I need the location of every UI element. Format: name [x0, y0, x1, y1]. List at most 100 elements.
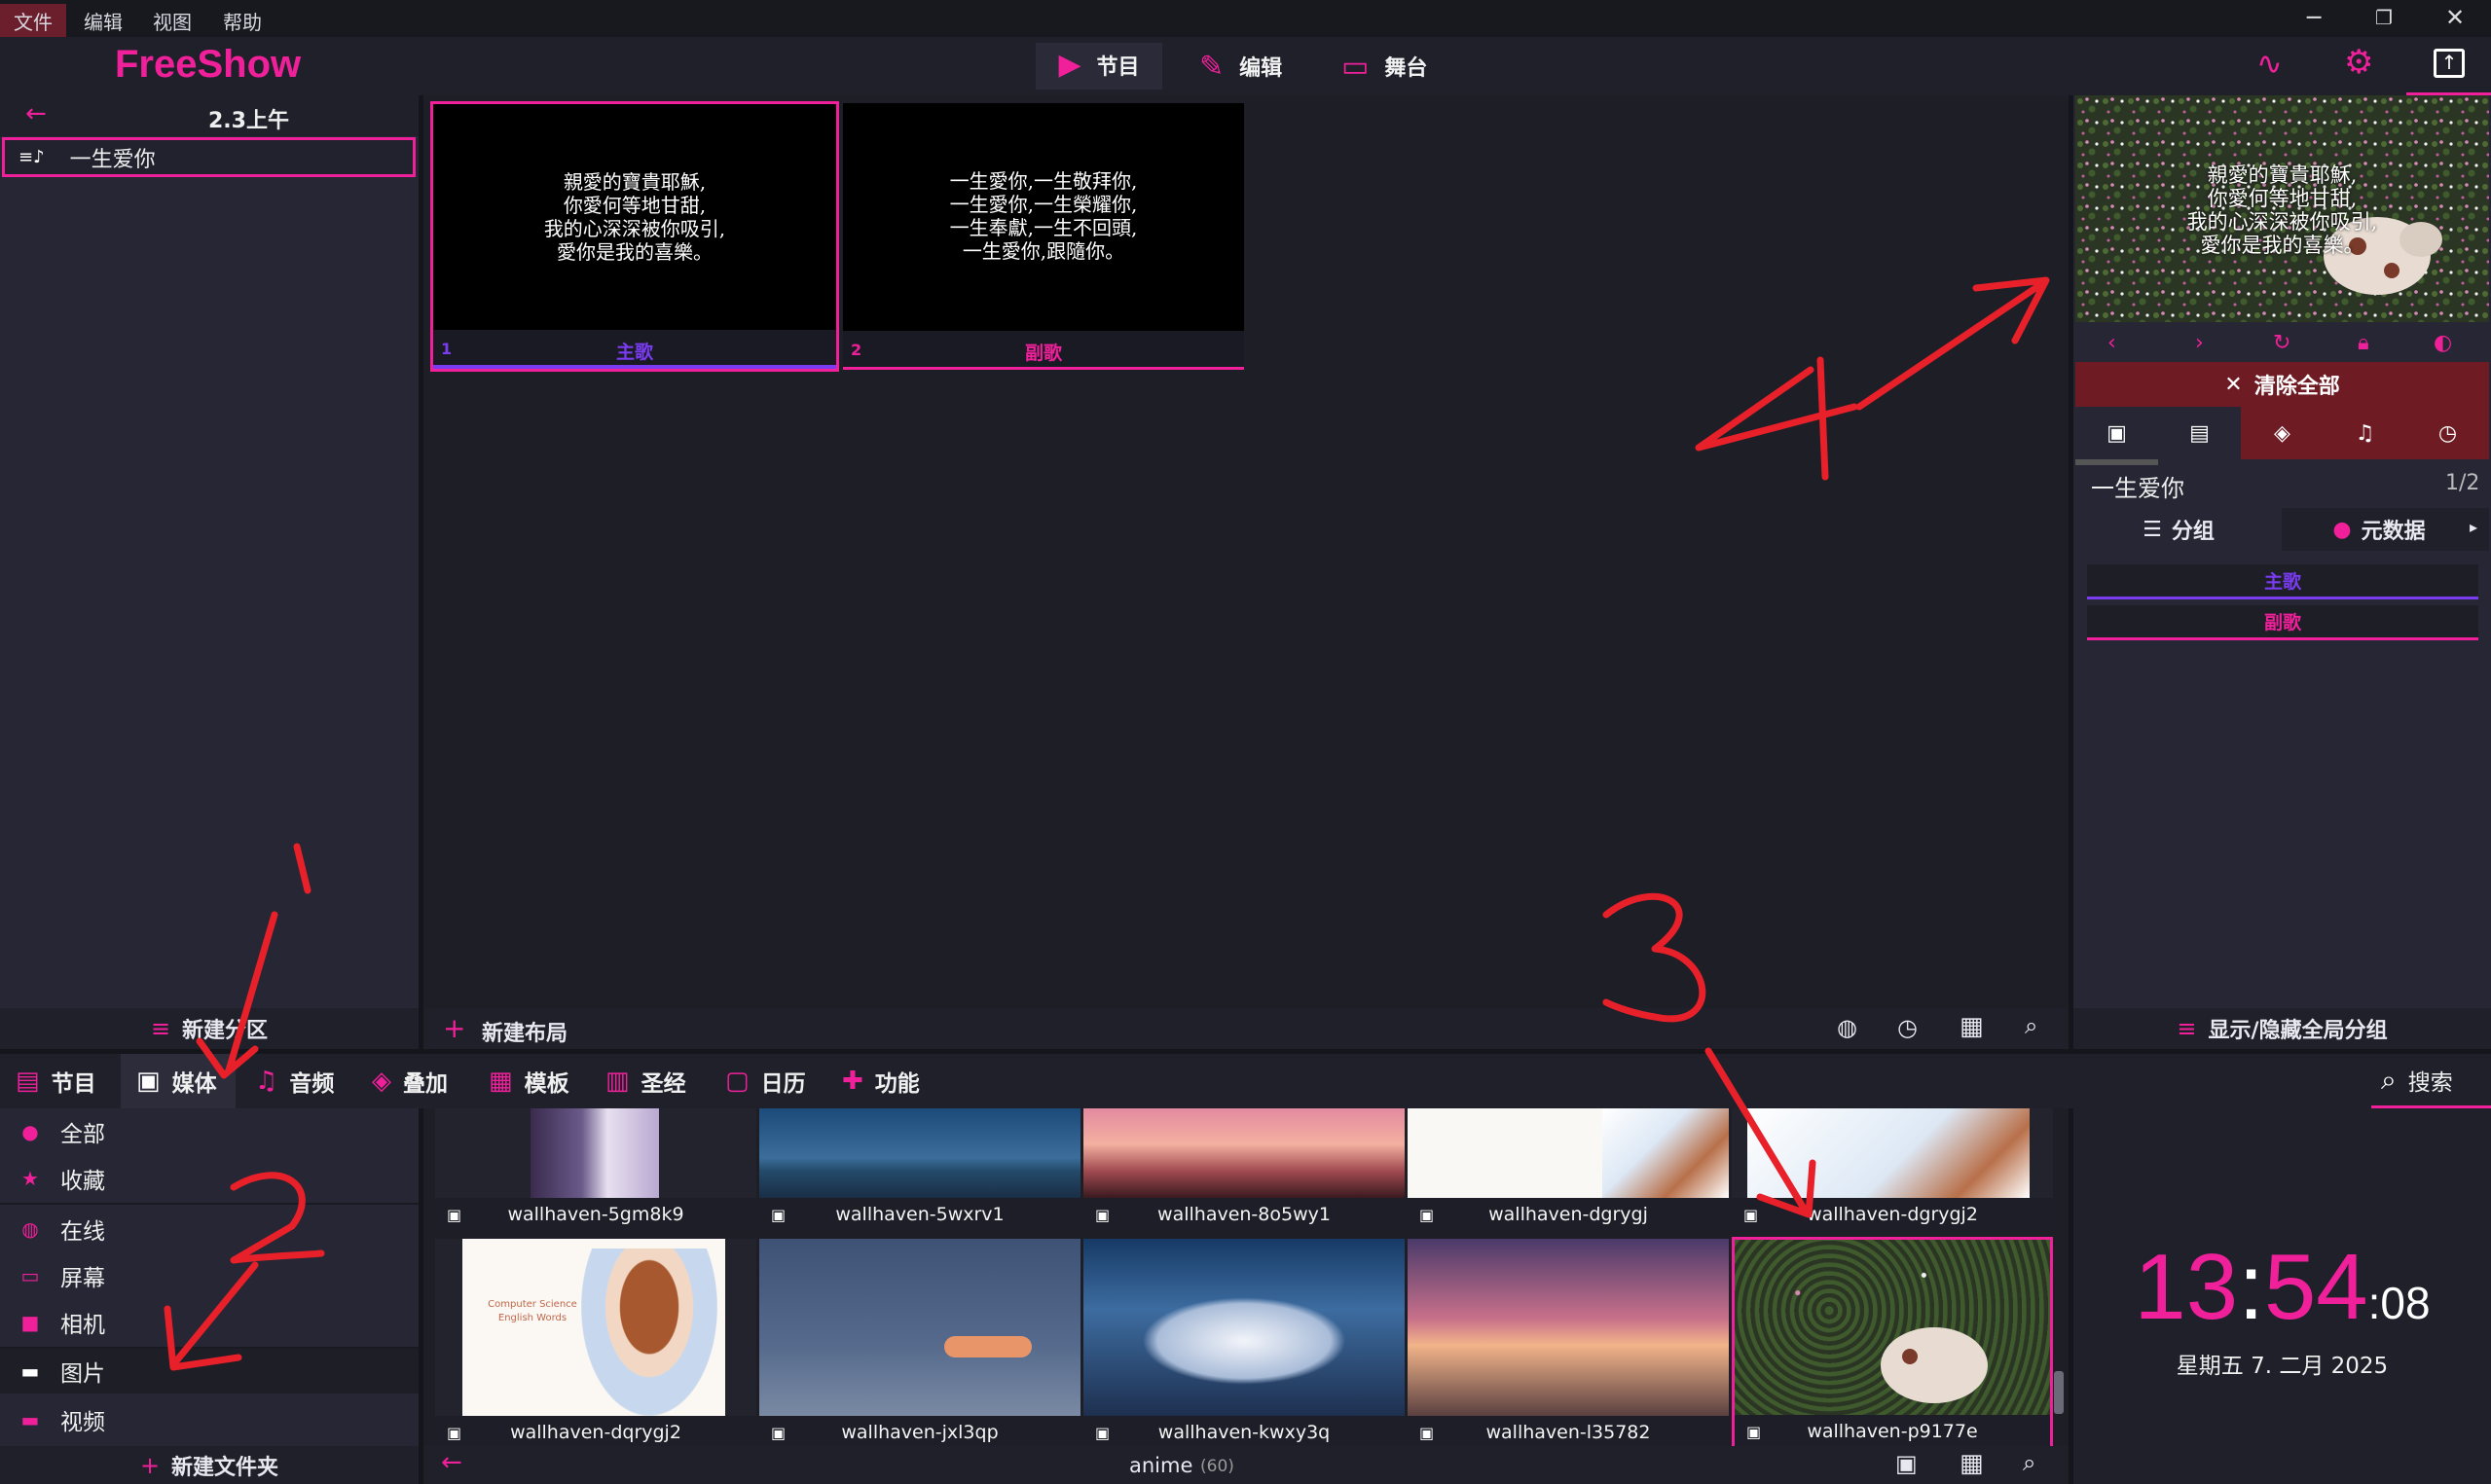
- search-button[interactable]: ⌕ 搜索: [2371, 1054, 2491, 1108]
- folder-icon: ▬: [20, 1408, 40, 1431]
- chevron-right-icon[interactable]: ▸: [2470, 518, 2477, 536]
- maximize-button[interactable]: ❐: [2375, 6, 2393, 29]
- drawer-tab-shows[interactable]: ▤ 节目: [16, 1054, 96, 1108]
- media-card[interactable]: ▣ wallhaven-jxl3qp: [759, 1239, 1081, 1449]
- media-grid: ▣ wallhaven-5gm8k9 ▣ wallhaven-5wxrv1 ▣ wal…: [423, 1108, 2069, 1484]
- drawer-tab-functions[interactable]: ✚ 功能: [842, 1054, 920, 1108]
- media-screens[interactable]: ▭ 屏幕: [0, 1253, 419, 1298]
- media-view-icon[interactable]: ▣: [1895, 1450, 1918, 1477]
- next-slide-icon[interactable]: ›: [2195, 331, 2204, 355]
- menu-file[interactable]: 文件: [0, 4, 66, 38]
- menu-bar: 文件 编辑 视图 帮助 ─ ❐ ✕: [0, 0, 2491, 38]
- media-card-selected[interactable]: ▣ wallhaven-p9177e: [1732, 1237, 2053, 1451]
- drawer-tab-templates[interactable]: ▦ 模板: [489, 1054, 569, 1108]
- toggle-groups-button[interactable]: ≡ 显示/隐藏全局分组: [2073, 1008, 2491, 1049]
- slide-2-text: 一生愛你,一生敬拜你, 一生愛你,一生榮耀你, 一生奉獻,一生不回頭, 一生愛你,跟隨…: [949, 169, 1138, 263]
- media-card[interactable]: ▣ wallhaven-5gm8k9: [435, 1108, 756, 1231]
- clock-colon: :: [2238, 1235, 2264, 1339]
- slide-2-footer: 2 副歌: [843, 331, 1244, 370]
- new-layout-button[interactable]: 新建布局: [482, 1016, 568, 1047]
- media-online[interactable]: ◍ 在线: [0, 1207, 419, 1251]
- clear-all-button[interactable]: ✕ 清除全部: [2075, 362, 2489, 407]
- output-preview: 親愛的寶貴耶穌, 你愛何等地甘甜, 我的心深深被你吸引, 愛你是我的喜樂。: [2075, 95, 2489, 322]
- clock-time: 13:54:08: [2073, 1234, 2491, 1341]
- clock-hours: 13: [2134, 1235, 2239, 1339]
- media-icon: ▣: [136, 1067, 161, 1096]
- media-footer: ← anime (60) ▣ ▦ ⌕: [423, 1446, 2069, 1484]
- drawer-tab-overlays[interactable]: ◈ 叠加: [372, 1054, 448, 1108]
- drawer-tab-label: 音频: [289, 1071, 335, 1097]
- grid-icon[interactable]: ▦: [1960, 1012, 1984, 1041]
- media-filename: wallhaven-p9177e: [1807, 1421, 1978, 1442]
- media-card[interactable]: ▣ wallhaven-dgrygj: [1408, 1108, 1729, 1231]
- media-folder-videos[interactable]: ▬ 视频: [0, 1397, 419, 1442]
- plus-icon: +: [139, 1451, 161, 1479]
- media-card[interactable]: ▣ wallhaven-kwxy3q: [1083, 1239, 1405, 1449]
- group-chip[interactable]: 主歌: [2087, 564, 2478, 599]
- media-card[interactable]: ▣ wallhaven-dgrygj2: [1732, 1108, 2053, 1231]
- new-folder-button[interactable]: + 新建文件夹: [0, 1446, 419, 1484]
- minimize-button[interactable]: ─: [2307, 4, 2321, 31]
- zoom-icon[interactable]: ⌕: [2023, 1449, 2035, 1476]
- back-arrow-icon[interactable]: ←: [441, 1448, 462, 1477]
- drawer-tab-label: 日历: [760, 1071, 806, 1097]
- image-icon: ▣: [1419, 1423, 1435, 1442]
- output-toggle-button[interactable]: ↑: [2406, 37, 2491, 95]
- show-item[interactable]: ≡♪ 一生爱你: [2, 137, 416, 177]
- background-tab[interactable]: ▣: [2075, 407, 2158, 459]
- drawer-tab-audio[interactable]: ♫ 音频: [255, 1054, 334, 1108]
- refresh-icon[interactable]: ↻: [2273, 331, 2290, 355]
- slide-tab[interactable]: ▤: [2158, 407, 2241, 459]
- lock-icon[interactable]: 🔒︎: [2358, 331, 2369, 355]
- drawer-tab-bible[interactable]: ▥ 圣经: [605, 1054, 686, 1108]
- puzzle-icon: ✚: [842, 1067, 863, 1096]
- back-arrow-icon[interactable]: ←: [25, 99, 47, 128]
- media-card[interactable]: ▣ wallhaven-l35782: [1408, 1239, 1729, 1449]
- audio-tab[interactable]: ♫: [2324, 407, 2406, 459]
- slide-2-group: 副歌: [1024, 343, 1062, 364]
- toggle-groups-label: 显示/隐藏全局分组: [2208, 1019, 2388, 1043]
- media-all[interactable]: ● 全部: [0, 1109, 419, 1154]
- menu-help[interactable]: 帮助: [209, 4, 275, 38]
- slide-2[interactable]: 一生愛你,一生敬拜你, 一生愛你,一生榮耀你, 一生奉獻,一生不回頭, 一生愛你,跟隨…: [843, 103, 1244, 370]
- media-card[interactable]: ▣ wallhaven-5wxrv1: [759, 1108, 1081, 1231]
- media-filename: wallhaven-dqrygj2: [510, 1422, 681, 1443]
- clock-minutes: 54: [2263, 1235, 2368, 1339]
- output-icon: ↑: [2434, 49, 2465, 78]
- globe-icon[interactable]: ◍: [1837, 1014, 1857, 1041]
- new-project-button[interactable]: ≡ 新建分区: [0, 1008, 419, 1049]
- media-favorites[interactable]: ★ 收藏: [0, 1156, 419, 1201]
- slide-counter: 1/2: [2445, 471, 2480, 495]
- drawer-tab-media[interactable]: ▣ 媒体: [121, 1054, 236, 1108]
- tab-stage[interactable]: ▭ 舞台: [1341, 43, 1427, 90]
- blackout-icon[interactable]: ◐: [2434, 331, 2452, 355]
- draw-icon[interactable]: ∿: [2256, 45, 2283, 82]
- clock-icon[interactable]: ◷: [1897, 1014, 1918, 1041]
- menu-view[interactable]: 视图: [139, 4, 205, 38]
- slide-1[interactable]: 親愛的寶貴耶穌, 你愛何等地甘甜, 我的心深深被你吸引, 愛你是我的喜樂。 1 主歌: [430, 101, 839, 372]
- tab-edit-label: 编辑: [1239, 56, 1283, 81]
- media-filename: wallhaven-5wxrv1: [835, 1204, 1005, 1225]
- tab-edit[interactable]: ✎ 编辑: [1199, 43, 1282, 90]
- folder-name: anime: [1129, 1454, 1193, 1477]
- drawer-tab-calendar[interactable]: ▢ 日历: [725, 1054, 806, 1108]
- metadata-tab[interactable]: ● 元数据: [2282, 508, 2476, 551]
- prev-slide-icon[interactable]: ‹: [2107, 331, 2116, 355]
- zoom-icon[interactable]: ⌕: [2025, 1012, 2037, 1039]
- group-chip[interactable]: 副歌: [2087, 605, 2478, 640]
- show-icon: ≡♪: [18, 147, 45, 167]
- media-card[interactable]: ▣ wallhaven-8o5wy1: [1083, 1108, 1405, 1231]
- gear-icon[interactable]: ⚙: [2344, 43, 2373, 82]
- media-folder-images[interactable]: ▬ 图片: [0, 1349, 419, 1394]
- overlay-tab[interactable]: ◈: [2241, 407, 2324, 459]
- menu-edit[interactable]: 编辑: [70, 4, 136, 38]
- scrollbar-thumb[interactable]: [2054, 1371, 2064, 1414]
- timer-tab[interactable]: ◷: [2406, 407, 2489, 459]
- close-button[interactable]: ✕: [2445, 4, 2465, 31]
- media-card[interactable]: Computer Science English Words ▣ wallhave…: [435, 1239, 756, 1449]
- tab-show[interactable]: ▶ 节目: [1036, 43, 1162, 90]
- grid-icon[interactable]: ▦: [1960, 1449, 1984, 1478]
- folder-count: (60): [1200, 1457, 1234, 1476]
- groups-tab[interactable]: ☰ 分组: [2075, 508, 2282, 551]
- media-cameras[interactable]: ■ 相机: [0, 1300, 419, 1345]
